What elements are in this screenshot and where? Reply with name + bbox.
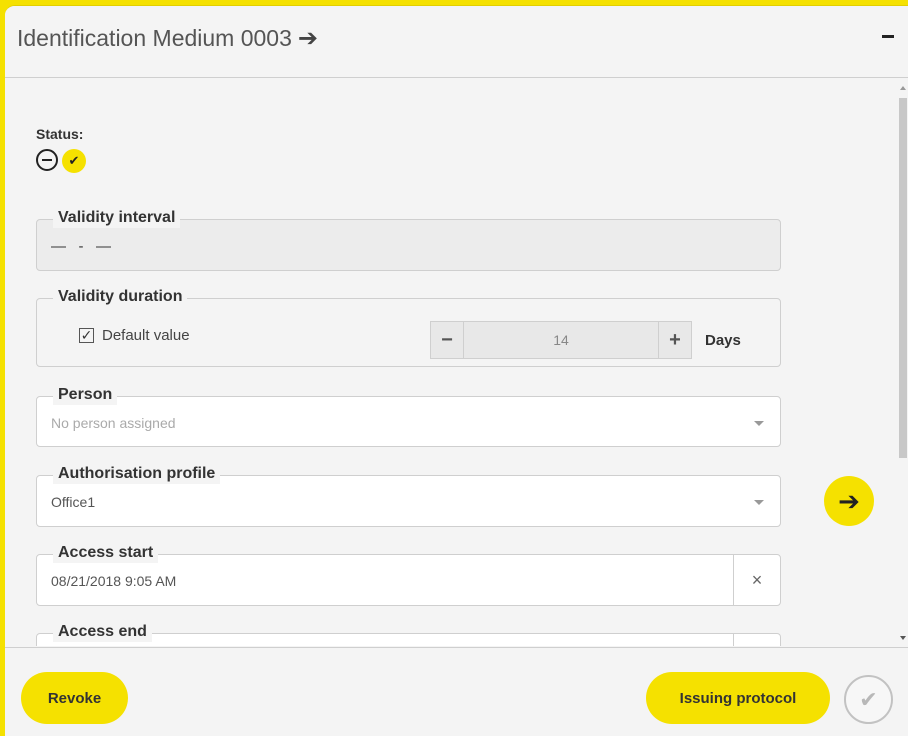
dialog-content: Status: ✔ Validity interval — - — Validi… bbox=[5, 78, 908, 646]
minimize-icon[interactable] bbox=[882, 35, 894, 38]
person-placeholder: No person assigned bbox=[51, 415, 176, 431]
arrow-right-icon[interactable]: ➔ bbox=[298, 24, 318, 53]
validity-interval-legend: Validity interval bbox=[53, 208, 181, 228]
confirm-check-icon[interactable]: ✔ bbox=[844, 675, 893, 724]
authorisation-profile-select[interactable]: Authorisation profile Office1 bbox=[36, 464, 781, 527]
authorisation-profile-legend: Authorisation profile bbox=[53, 464, 221, 484]
person-select[interactable]: Person No person assigned bbox=[36, 385, 781, 447]
validity-duration-legend: Validity duration bbox=[53, 287, 188, 307]
validity-interval-value: — - — bbox=[51, 238, 111, 255]
authorisation-profile-value: Office1 bbox=[51, 494, 96, 510]
dialog-footer: Revoke Issuing protocol ✔ bbox=[5, 647, 908, 736]
validity-interval-group: Validity interval — - — bbox=[36, 208, 781, 271]
chevron-down-icon bbox=[754, 500, 764, 505]
title-text: Identification Medium 0003 bbox=[17, 25, 292, 51]
chevron-down-icon bbox=[754, 421, 764, 426]
validity-duration-group: Validity duration ✓ Default value − 14 +… bbox=[36, 287, 781, 367]
default-value-label: Default value bbox=[102, 327, 190, 344]
page-title: Identification Medium 0003 ➔ bbox=[17, 24, 318, 53]
issuing-protocol-button[interactable]: Issuing protocol bbox=[646, 672, 830, 724]
arrow-right-icon[interactable]: ➔ bbox=[824, 476, 874, 526]
default-value-checkbox-row[interactable]: ✓ Default value bbox=[79, 327, 190, 344]
access-end-clear-button[interactable] bbox=[733, 634, 780, 646]
decrement-button[interactable]: − bbox=[431, 322, 464, 358]
scrollbar-thumb[interactable] bbox=[899, 98, 907, 458]
revoke-button[interactable]: Revoke bbox=[21, 672, 128, 724]
duration-stepper: − 14 + bbox=[430, 321, 692, 359]
dialog-header: Identification Medium 0003 ➔ bbox=[5, 6, 908, 78]
access-start-legend: Access start bbox=[53, 543, 159, 563]
status-icons: ✔ bbox=[36, 149, 86, 173]
increment-button[interactable]: + bbox=[658, 322, 691, 358]
access-end-legend: Access end bbox=[53, 622, 152, 642]
days-unit-label: Days bbox=[705, 332, 741, 349]
status-label: Status: bbox=[36, 126, 84, 142]
duration-value[interactable]: 14 bbox=[464, 322, 658, 358]
identification-medium-dialog: Identification Medium 0003 ➔ Status: ✔ V… bbox=[5, 5, 908, 736]
scroll-up-icon[interactable] bbox=[900, 86, 906, 90]
access-end-field[interactable]: Access end bbox=[36, 622, 781, 646]
person-legend: Person bbox=[53, 385, 118, 405]
access-start-value: 08/21/2018 9:05 AM bbox=[51, 573, 177, 589]
close-icon[interactable]: × bbox=[733, 555, 780, 605]
minus-circle-icon[interactable] bbox=[36, 149, 58, 171]
scrollbar[interactable] bbox=[896, 78, 908, 646]
check-icon[interactable]: ✔ bbox=[62, 149, 86, 173]
access-start-field[interactable]: Access start 08/21/2018 9:05 AM × bbox=[36, 543, 781, 606]
default-value-checkbox[interactable]: ✓ bbox=[79, 328, 94, 343]
scroll-down-icon[interactable] bbox=[900, 636, 906, 640]
